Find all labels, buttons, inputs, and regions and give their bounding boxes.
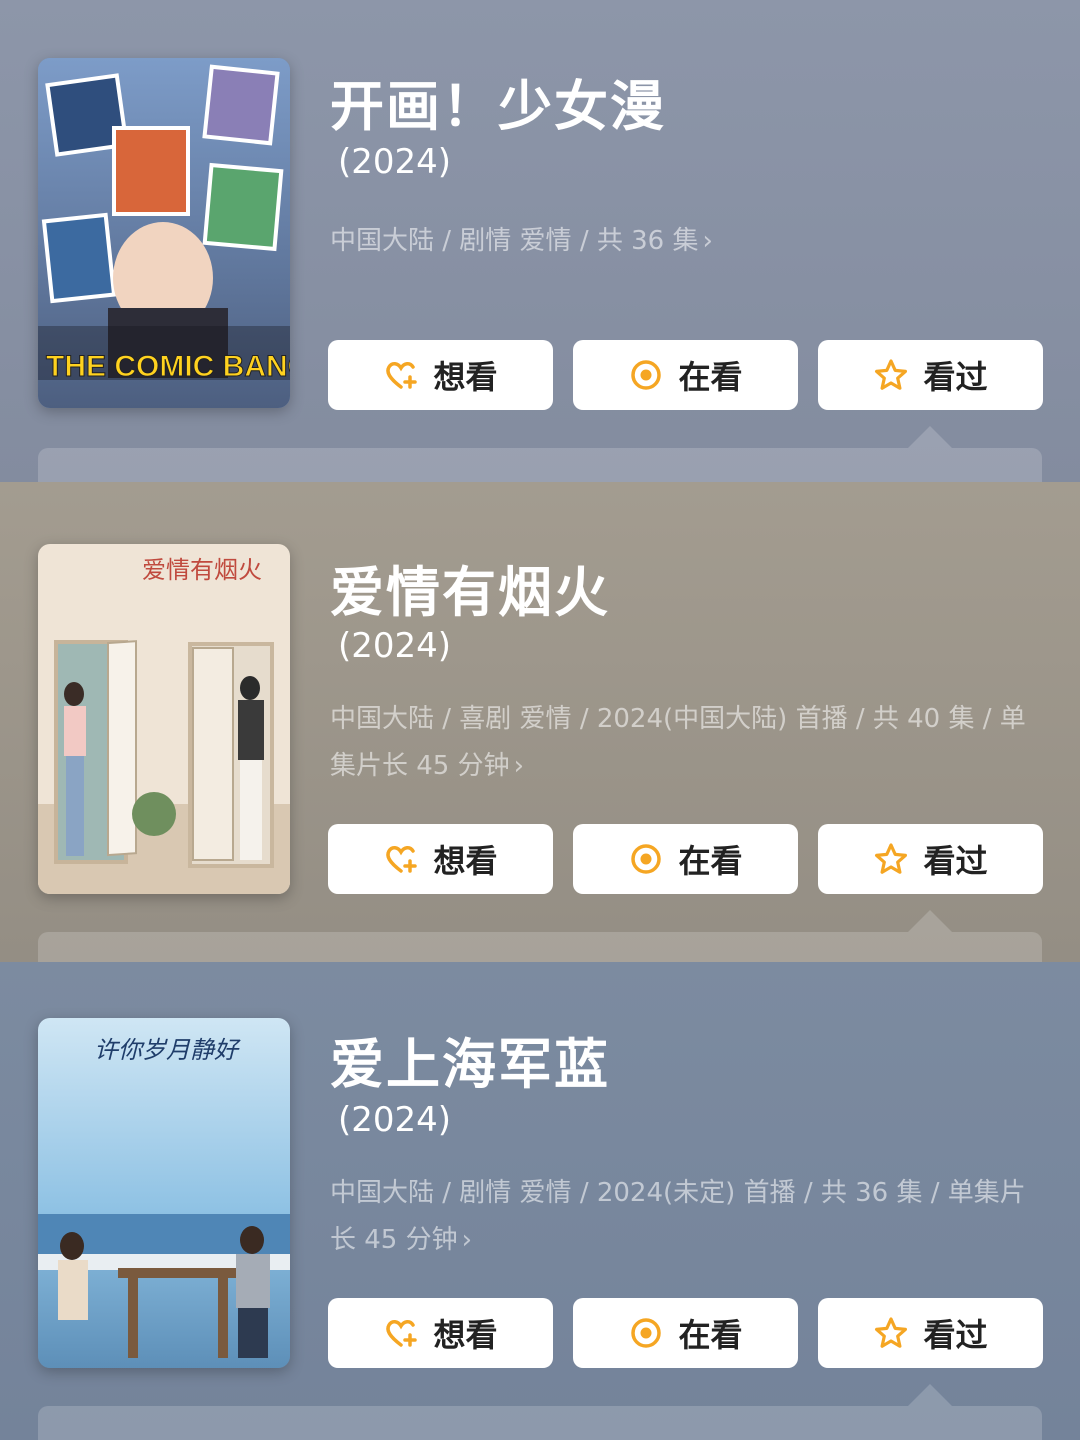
target-dot-icon bbox=[631, 1318, 662, 1348]
action-buttons: 想看 在看 看过 bbox=[328, 340, 1043, 410]
want-label: 想看 bbox=[433, 842, 498, 880]
heart-plus-icon bbox=[386, 846, 418, 873]
poster-image[interactable]: 许你岁月静好 bbox=[38, 1018, 290, 1368]
poster-calligraphy: 许你岁月静好 bbox=[94, 1036, 241, 1064]
chevron-right-icon[interactable]: › bbox=[702, 226, 712, 256]
watching-button[interactable]: 在看 bbox=[573, 1298, 798, 1368]
target-dot-icon bbox=[631, 360, 662, 390]
watched-label: 看过 bbox=[923, 842, 988, 880]
heart-plus-icon bbox=[386, 362, 418, 389]
target-dot-icon bbox=[631, 844, 662, 874]
drama-year: (2024) bbox=[338, 142, 452, 182]
drama-card: THE COMIC BANG 开画！少女漫 (2024) 中国大陆 / 剧情 爱… bbox=[0, 0, 1080, 482]
watching-button[interactable]: 在看 bbox=[573, 340, 798, 410]
drama-title[interactable]: 爱上海军蓝 bbox=[330, 1020, 610, 1099]
drama-card: 许你岁月静好 爱上海军蓝 (2024) 中国大陆 / 剧情 爱情 / 2024(… bbox=[0, 962, 1080, 1440]
meta-text: 中国大陆 / 喜剧 爱情 / 2024(中国大陆) 首播 / 共 40 集 / … bbox=[330, 704, 1026, 781]
star-icon bbox=[875, 843, 908, 874]
action-buttons: 想看 在看 看过 bbox=[328, 824, 1043, 894]
poster-art: 爱情有烟火 bbox=[38, 544, 290, 894]
watched-label: 看过 bbox=[923, 1316, 988, 1354]
drama-card: 爱情有烟火 爱情有烟火 (2024) 中国大陆 / 喜剧 爱情 / 2024(中… bbox=[0, 482, 1080, 962]
chevron-right-icon[interactable]: › bbox=[462, 1225, 472, 1255]
watching-button[interactable]: 在看 bbox=[573, 824, 798, 894]
watching-label: 在看 bbox=[678, 1316, 743, 1354]
want-button[interactable]: 想看 bbox=[328, 340, 553, 410]
drama-meta[interactable]: 中国大陆 / 剧情 爱情 / 2024(未定) 首播 / 共 36 集 / 单集… bbox=[330, 1170, 1040, 1264]
drama-title[interactable]: 开画！少女漫 bbox=[330, 62, 666, 141]
watched-label: 看过 bbox=[923, 358, 988, 396]
poster-art: THE COMIC BANG bbox=[38, 58, 290, 408]
expand-panel bbox=[38, 910, 1042, 962]
meta-text: 中国大陆 / 剧情 爱情 / 共 36 集 bbox=[330, 226, 699, 256]
drama-title[interactable]: 爱情有烟火 bbox=[330, 548, 610, 627]
drama-year: (2024) bbox=[338, 1100, 452, 1140]
poster-art: 许你岁月静好 bbox=[38, 1018, 290, 1368]
poster-image[interactable]: THE COMIC BANG bbox=[38, 58, 290, 408]
drama-meta[interactable]: 中国大陆 / 剧情 爱情 / 共 36 集 › bbox=[330, 218, 1040, 265]
drama-meta[interactable]: 中国大陆 / 喜剧 爱情 / 2024(中国大陆) 首播 / 共 40 集 / … bbox=[330, 696, 1040, 790]
poster-image[interactable]: 爱情有烟火 bbox=[38, 544, 290, 894]
watched-button[interactable]: 看过 bbox=[818, 824, 1043, 894]
watched-button[interactable]: 看过 bbox=[818, 340, 1043, 410]
chevron-right-icon[interactable]: › bbox=[514, 751, 524, 781]
drama-year: (2024) bbox=[338, 626, 452, 666]
watching-label: 在看 bbox=[678, 358, 743, 396]
watching-label: 在看 bbox=[678, 842, 743, 880]
poster-calligraphy: 爱情有烟火 bbox=[142, 556, 262, 584]
expand-panel bbox=[38, 1384, 1042, 1440]
action-buttons: 想看 在看 看过 bbox=[328, 1298, 1043, 1368]
watched-button[interactable]: 看过 bbox=[818, 1298, 1043, 1368]
want-button[interactable]: 想看 bbox=[328, 824, 553, 894]
want-button[interactable]: 想看 bbox=[328, 1298, 553, 1368]
expand-panel bbox=[38, 426, 1042, 482]
star-icon bbox=[875, 359, 908, 390]
want-label: 想看 bbox=[433, 358, 498, 396]
want-label: 想看 bbox=[433, 1316, 498, 1354]
poster-logo: THE COMIC BANG bbox=[46, 350, 290, 383]
heart-plus-icon bbox=[386, 1320, 418, 1347]
meta-text: 中国大陆 / 剧情 爱情 / 2024(未定) 首播 / 共 36 集 / 单集… bbox=[330, 1178, 1026, 1255]
star-icon bbox=[875, 1317, 908, 1348]
